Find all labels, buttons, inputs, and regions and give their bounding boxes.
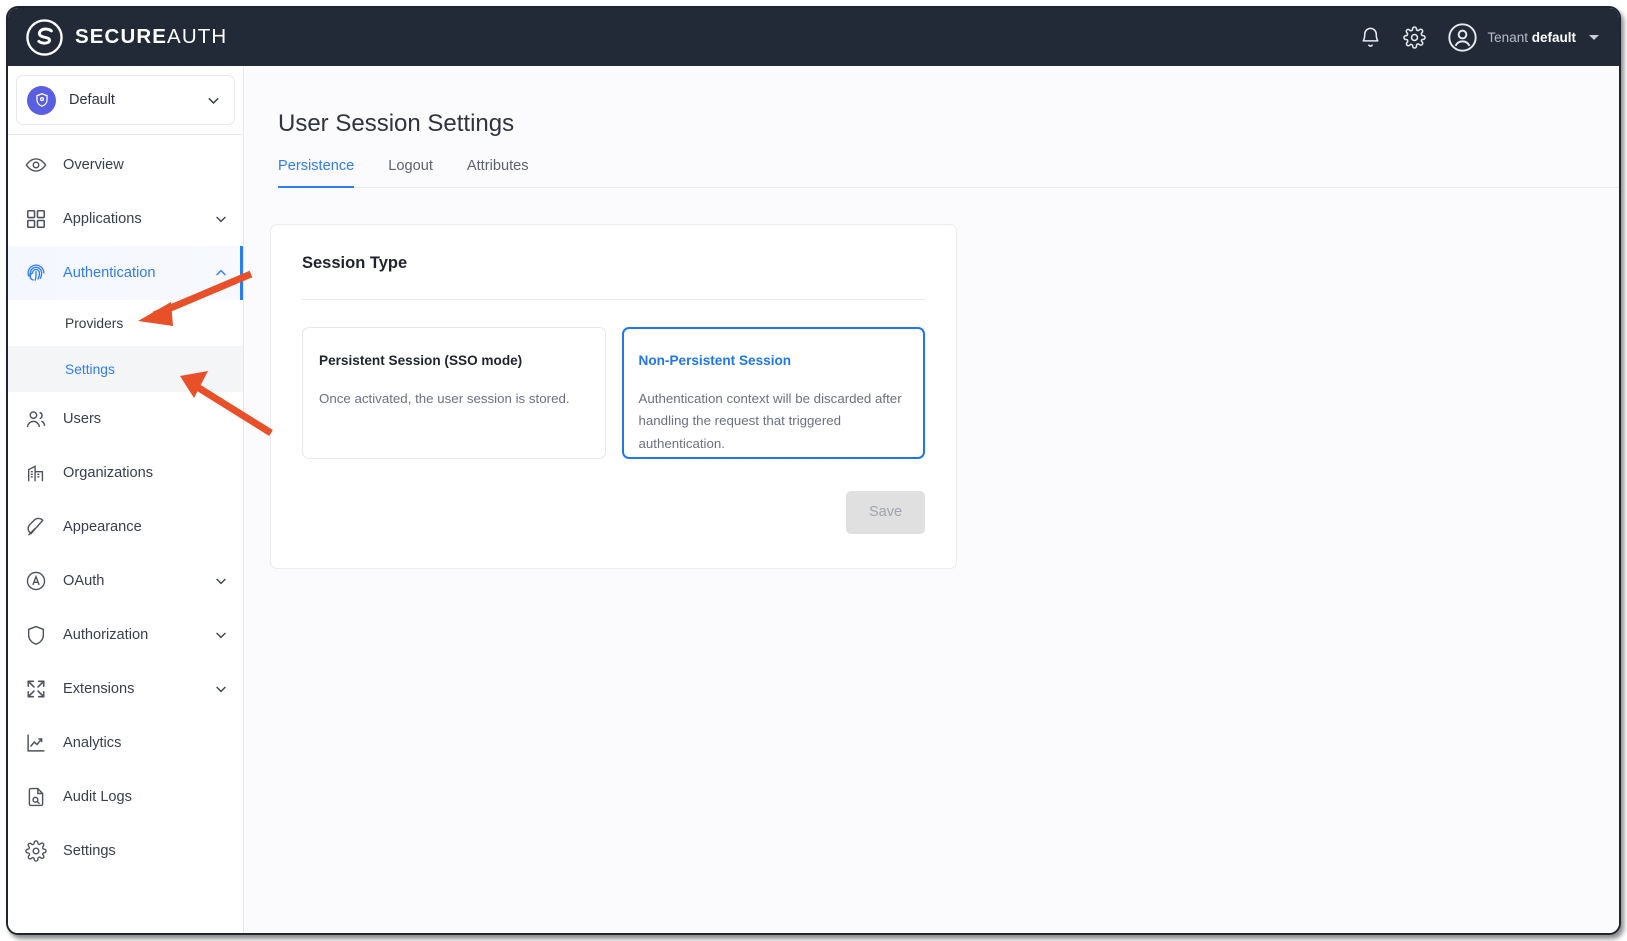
shield-icon	[27, 625, 45, 645]
tab-persistence[interactable]: Persistence	[278, 158, 355, 188]
shield-badge-icon	[35, 93, 48, 107]
sidebar-item-label: Settings	[63, 843, 116, 859]
sidebar-item-label: OAuth	[63, 573, 105, 589]
chevron-down-icon[interactable]	[213, 627, 229, 643]
sidebar-item-settings[interactable]: Settings	[8, 824, 243, 878]
chevron-down-icon[interactable]	[1589, 34, 1599, 40]
workspace-badge	[27, 85, 56, 115]
circle-a-icon	[26, 571, 46, 591]
sidebar-item-analytics[interactable]: Analytics	[8, 716, 243, 770]
document-search-icon	[28, 787, 44, 807]
tenant-menu[interactable]: Tenant default	[1447, 22, 1599, 53]
sidebar-item-audit-logs[interactable]: Audit Logs	[8, 770, 243, 824]
user-avatar-icon	[1448, 22, 1478, 52]
chevron-up-icon[interactable]	[213, 265, 229, 281]
chevron-down-icon[interactable]	[213, 211, 229, 227]
notification-bell-icon[interactable]	[1359, 26, 1382, 49]
sidebar-item-label: Analytics	[63, 735, 122, 751]
brand-name-light: AUTH	[167, 25, 228, 48]
app-window: SECUREAUTH Tenant default Default Overvi…	[6, 6, 1621, 935]
sidebar-subitem-providers[interactable]: Providers	[8, 300, 243, 346]
sidebar-item-overview[interactable]: Overview	[8, 138, 243, 192]
sidebar-item-label: Extensions	[63, 681, 135, 697]
option-card-non-persistent-session[interactable]: Non-Persistent Session Authentication co…	[621, 326, 925, 459]
sidebar-item-label: Appearance	[63, 519, 142, 535]
sidebar-item-label: Users	[63, 411, 102, 427]
tenant-name: default	[1531, 29, 1576, 45]
session-type-options: Persistent Session (SSO mode) Once activ…	[302, 326, 925, 459]
sidebar-item-extensions[interactable]: Extensions	[8, 662, 243, 716]
sidebar-item-oauth[interactable]: OAuth	[8, 554, 243, 608]
panel-title: Session Type	[302, 253, 408, 272]
tab-logout[interactable]: Logout	[388, 158, 433, 188]
workspace-name: Default	[69, 92, 115, 108]
sidebar-item-label: Audit Logs	[63, 789, 132, 805]
sidebar-subitem-settings[interactable]: Settings	[8, 346, 243, 392]
sidebar-item-organizations[interactable]: Organizations	[8, 446, 243, 500]
sidebar: Default Overview Applications Authentica…	[8, 66, 244, 933]
sidebar-item-label: Overview	[63, 157, 124, 173]
option-title: Persistent Session (SSO mode)	[319, 352, 523, 368]
sidebar-item-users[interactable]: Users	[8, 392, 243, 446]
sidebar-subitem-label: Providers	[65, 315, 124, 331]
tenant-prefix: Tenant	[1487, 29, 1528, 45]
page-title: User Session Settings	[278, 110, 515, 137]
sidebar-item-label: Organizations	[63, 465, 154, 481]
users-icon	[26, 411, 46, 428]
option-description: Once activated, the user session is stor…	[319, 390, 570, 406]
sidebar-item-appearance[interactable]: Appearance	[8, 500, 243, 554]
sidebar-item-label: Authorization	[63, 627, 149, 643]
tab-bar: Persistence Logout Attributes	[278, 158, 1619, 188]
brand-name-bold: SECURE	[75, 25, 168, 48]
secureauth-s-logo-icon	[26, 18, 63, 56]
line-chart-icon	[27, 734, 45, 752]
option-description: Authentication context will be discarded…	[638, 390, 902, 452]
sidebar-item-authentication[interactable]: Authentication	[8, 246, 243, 300]
brand-name: SECUREAUTH	[75, 25, 227, 49]
chevron-down-icon[interactable]	[213, 573, 229, 589]
sidebar-subitem-label: Settings	[65, 361, 115, 377]
gear-icon	[25, 840, 47, 862]
panel-divider	[302, 298, 925, 300]
panel-actions: Save	[302, 490, 925, 534]
gear-icon[interactable]	[1403, 25, 1427, 49]
sidebar-item-label: Authentication	[63, 265, 156, 281]
option-card-persistent-session[interactable]: Persistent Session (SSO mode) Once activ…	[302, 326, 606, 459]
sidebar-item-label: Applications	[63, 211, 142, 227]
top-bar: SECUREAUTH Tenant default	[8, 8, 1619, 66]
top-bar-actions: Tenant default	[1359, 22, 1599, 53]
save-button[interactable]: Save	[846, 490, 925, 534]
tabs-container: Persistence Logout Attributes	[245, 158, 1619, 188]
session-type-panel: Session Type Persistent Session (SSO mod…	[270, 223, 957, 569]
fingerprint-icon	[27, 264, 45, 281]
option-title: Non-Persistent Session	[638, 352, 792, 368]
feather-pen-icon	[27, 517, 44, 536]
workspace-selector[interactable]: Default	[16, 75, 235, 125]
sidebar-item-authorization[interactable]: Authorization	[8, 608, 243, 662]
grid-squares-icon	[26, 209, 46, 229]
expand-arrows-icon	[27, 680, 45, 698]
tab-attributes[interactable]: Attributes	[467, 158, 529, 188]
sidebar-nav: Overview Applications Authentication Pro…	[8, 135, 243, 878]
sidebar-item-applications[interactable]: Applications	[8, 192, 243, 246]
chevron-down-icon[interactable]	[213, 681, 229, 697]
tenant-label: Tenant default	[1487, 30, 1576, 45]
eye-icon	[25, 158, 47, 172]
building-icon	[27, 465, 44, 482]
main-content: User Session Settings Persistence Logout…	[245, 66, 1619, 933]
chevron-down-icon[interactable]	[205, 92, 222, 109]
brand-logo[interactable]: SECUREAUTH	[25, 18, 227, 57]
